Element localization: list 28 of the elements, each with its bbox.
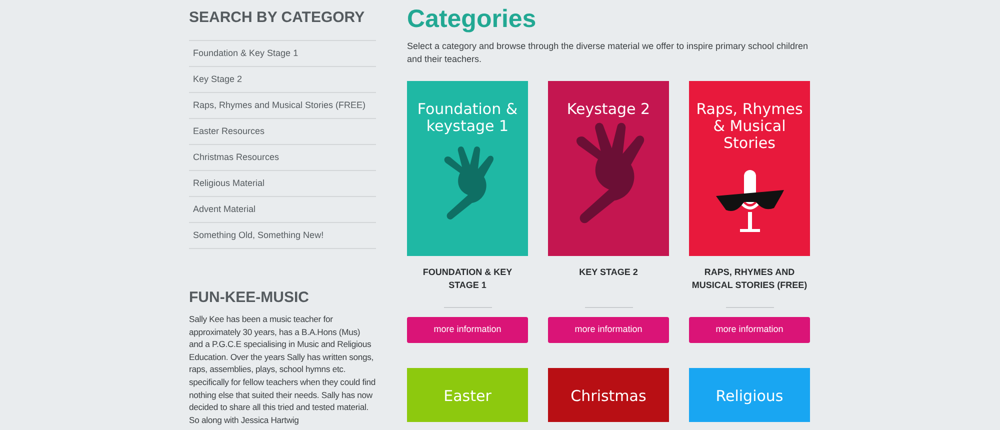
- category-cover[interactable]: Keystage 2: [548, 81, 669, 256]
- category-link[interactable]: Raps, Rhymes and Musical Stories (FREE): [193, 98, 366, 112]
- category-link[interactable]: Something Old, Something New!: [193, 228, 324, 242]
- category-link[interactable]: Easter Resources: [193, 124, 265, 138]
- more-information-button[interactable]: more information: [548, 317, 669, 343]
- category-cover[interactable]: Christmas: [548, 368, 669, 422]
- category-cover[interactable]: Raps, Rhymes & Musical Stories: [689, 81, 810, 256]
- cover-title: Foundation & keystage 1: [416, 101, 519, 135]
- section-heading: SEARCH BY CATEGORY: [189, 9, 366, 27]
- more-information-button[interactable]: more information: [407, 317, 528, 343]
- category-title: FOUNDATION & KEY STAGE 1: [422, 266, 514, 292]
- more-information-button[interactable]: more information: [689, 317, 810, 343]
- section-heading: FUN-KEE-MUSIC: [189, 289, 310, 307]
- category-link[interactable]: Advent Material: [193, 202, 256, 216]
- intro-paragraph: Select a category and browse through the diverse material we offer to inspire primary school children and their teachers.: [407, 40, 810, 66]
- cover-title: Easter: [442, 388, 492, 405]
- about-paragraph: Sally Kee has been a music teacher for approximately 30 years, has a B.A.Hons (Mus) and a P.G.C.E specialising in Music and Religious Education. Over the years Sally has written songs, raps, assemblies, plays, school hymns etc. specifically for fellow teachers when they could find nothing else that suited their needs. Sally has now decided to share all this tried and tested material. So along with Jessica Hartwig: [189, 313, 376, 426]
- category-link[interactable]: Christmas Resources: [193, 150, 280, 164]
- category-link[interactable]: Key Stage 2: [193, 72, 242, 86]
- cover-title: Religious: [714, 388, 784, 405]
- cover-title: Christmas: [570, 388, 648, 405]
- category-title: KEY STAGE 2: [579, 266, 638, 279]
- cover-title: Keystage 2: [566, 101, 652, 118]
- cover-title: Raps, Rhymes & Musical Stories: [695, 101, 804, 152]
- category-link[interactable]: Religious Material: [193, 176, 265, 190]
- category-title: RAPS, RHYMES AND MUSICAL STORIES (FREE): [690, 266, 808, 292]
- page-title: Categories: [407, 4, 538, 34]
- category-link[interactable]: Foundation & Key Stage 1: [193, 46, 298, 60]
